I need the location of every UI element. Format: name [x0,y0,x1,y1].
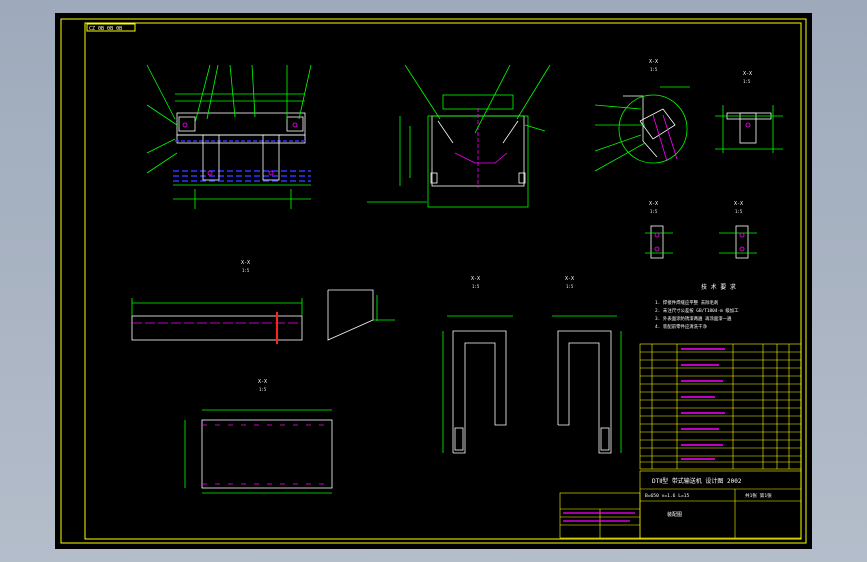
section-label: X-X [649,59,658,65]
view-u-frame-a: X-X 1:5 [442,276,513,454]
view-bracket-right: X-X 1:5 [719,201,757,259]
drawing-material: 装配图 [667,511,682,518]
section-label: X-X [565,276,574,282]
drawing-svg: CZ 0B 0B 0B X-X 1:5 X-X 1:5 X-X 1:5 X-X … [60,18,807,544]
view-bottom-plate: X-X 1:5 [184,379,333,494]
view-detail-b: X-X 1:5 [715,71,783,153]
tech-req-line: 2. 未注尺寸公差按 GB/T1804-m 级加工 [655,307,739,314]
tech-req-title: 技 术 要 求 [701,283,736,291]
scale-label: 1:5 [743,79,751,84]
scale-label: 1:5 [650,67,658,72]
parts-list [639,343,802,470]
view-front-assembly [146,64,312,209]
border-outer [60,18,807,544]
view-side-assembly [367,64,551,208]
scale-label: 1:5 [472,284,480,289]
view-u-frame-b: X-X 1:5 [552,276,622,454]
drawing-subtitle: B=650 v=1.6 L=15 [645,493,689,499]
drawing-sheet-count: 共1张 第1张 [745,492,772,499]
section-label: X-X [258,379,267,385]
cad-viewport[interactable]: CZ 0B 0B 0B X-X 1:5 X-X 1:5 X-X 1:5 X-X … [0,0,867,562]
section-label: X-X [471,276,480,282]
view-angle-profile [327,289,395,341]
section-label: X-X [241,260,250,266]
view-bracket-left: X-X 1:5 [645,201,673,259]
scale-label: 1:5 [650,209,658,214]
title-tag: CZ 0B 0B 0B [89,26,122,32]
scale-label: 1:5 [566,284,574,289]
drawing-sheet[interactable]: CZ 0B 0B 0B X-X 1:5 X-X 1:5 X-X 1:5 X-X … [55,13,812,549]
tech-req-line: 1. 焊接件焊缝应平整 去除毛刺 [655,299,719,306]
tech-req-line: 4. 装配前零件应清洗干净 [655,323,707,330]
scale-label: 1:5 [259,387,267,392]
view-detail-a: X-X 1:5 [594,59,690,172]
section-label: X-X [649,201,658,207]
section-label: X-X [743,71,752,77]
scale-label: 1:5 [242,268,250,273]
scale-label: 1:5 [735,209,743,214]
view-long-plate: X-X 1:5 [131,260,303,344]
drawing-title: DTⅡ型 带式输送机 设计图 2002 [652,477,742,485]
title-block: DTⅡ型 带式输送机 设计图 2002 B=650 v=1.6 L=15 装配图… [559,470,802,539]
section-label: X-X [734,201,743,207]
tech-req-line: 3. 外表面涂防锈漆两遍 再涂面漆一遍 [655,315,732,322]
tech-requirements: 技 术 要 求 1. 焊接件焊缝应平整 去除毛刺 2. 未注尺寸公差按 GB/T… [655,283,739,330]
